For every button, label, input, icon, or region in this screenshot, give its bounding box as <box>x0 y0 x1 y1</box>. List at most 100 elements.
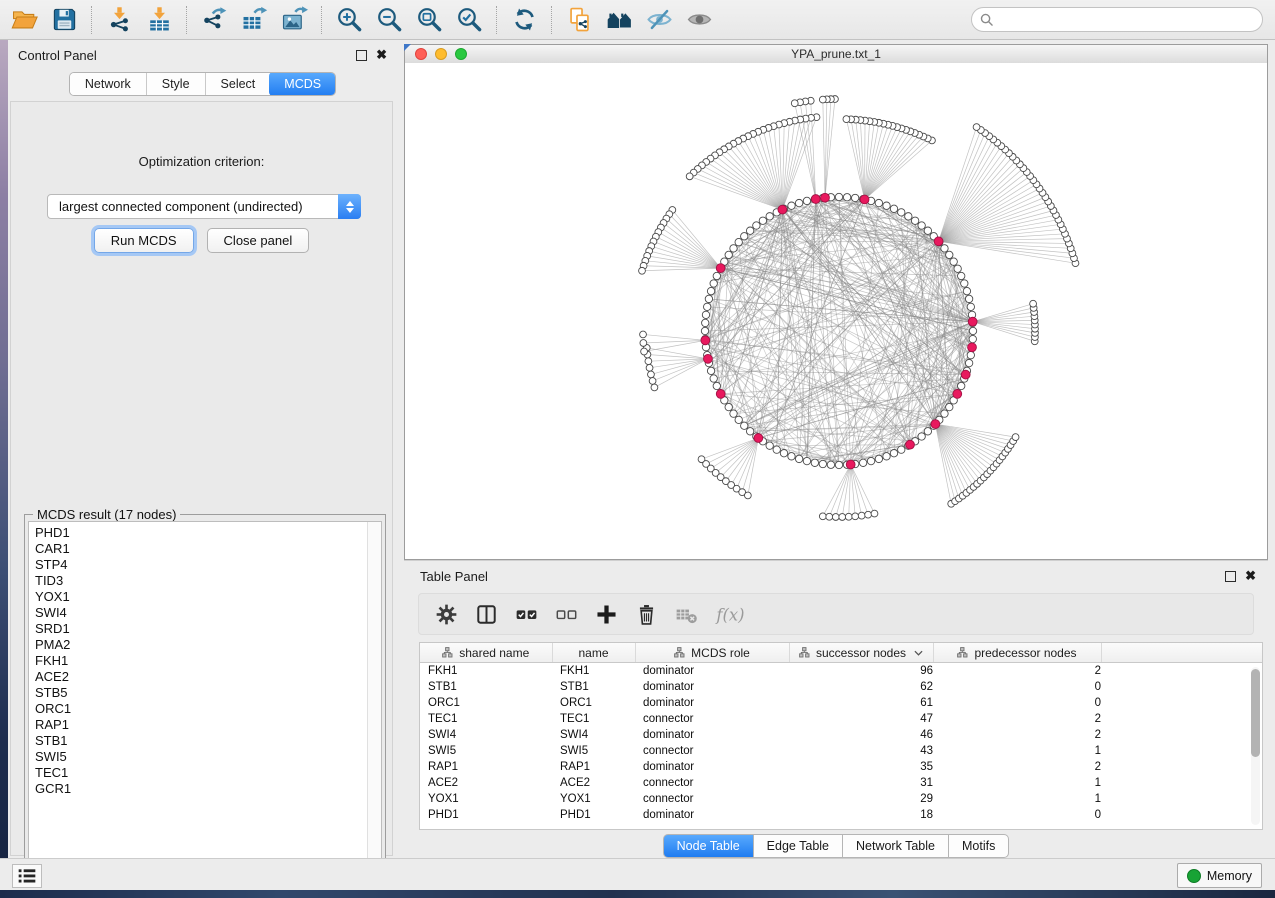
show-all-button[interactable] <box>679 3 719 37</box>
open-button[interactable] <box>4 3 44 37</box>
graph-node[interactable] <box>965 359 972 366</box>
graph-hub-node[interactable] <box>778 205 787 214</box>
graph-node[interactable] <box>701 327 708 334</box>
graph-leaf-node[interactable] <box>646 364 653 371</box>
table-row[interactable]: STB1STB1dominator620 <box>420 679 1263 695</box>
graph-hub-node[interactable] <box>934 237 943 246</box>
gear-button[interactable] <box>435 603 458 626</box>
graph-hub-node[interactable] <box>953 390 962 399</box>
graph-hub-node[interactable] <box>931 420 940 429</box>
graph-node[interactable] <box>890 205 897 212</box>
graph-node[interactable] <box>803 197 810 204</box>
result-node[interactable]: TID3 <box>35 573 381 589</box>
graph-node[interactable] <box>713 382 720 389</box>
graph-node[interactable] <box>803 457 810 464</box>
run-mcds-button[interactable]: Run MCDS <box>94 228 194 253</box>
graph-node[interactable] <box>969 335 976 342</box>
column-header[interactable]: successor nodes <box>789 643 933 663</box>
graph-node[interactable] <box>954 265 961 272</box>
graph-node[interactable] <box>795 455 802 462</box>
graph-hub-node[interactable] <box>754 434 763 443</box>
float-table-panel-icon[interactable] <box>1225 571 1236 582</box>
memory-button[interactable]: Memory <box>1177 863 1262 888</box>
graph-node[interactable] <box>827 461 834 468</box>
graph-node[interactable] <box>905 213 912 220</box>
result-node[interactable]: ACE2 <box>35 669 381 685</box>
zoom-fit-button[interactable] <box>409 3 449 37</box>
graph-node[interactable] <box>859 459 866 466</box>
result-list-scrollbar[interactable] <box>367 522 381 883</box>
graph-node[interactable] <box>707 287 714 294</box>
table-row[interactable]: SWI5SWI5connector431 <box>420 743 1263 759</box>
graph-node[interactable] <box>875 199 882 206</box>
graph-node[interactable] <box>924 428 931 435</box>
graph-hub-node[interactable] <box>968 317 977 326</box>
graph-node[interactable] <box>967 303 974 310</box>
graph-node[interactable] <box>746 227 753 234</box>
zoom-out-button[interactable] <box>369 3 409 37</box>
graph-leaf-node[interactable] <box>826 513 833 520</box>
graph-leaf-node[interactable] <box>1012 434 1019 441</box>
graph-node[interactable] <box>946 403 953 410</box>
close-table-panel-icon[interactable]: ✖ <box>1245 571 1256 581</box>
graph-node[interactable] <box>766 442 773 449</box>
result-node[interactable]: SWI4 <box>35 605 381 621</box>
result-node[interactable]: STP4 <box>35 557 381 573</box>
graph-node[interactable] <box>710 375 717 382</box>
graph-leaf-node[interactable] <box>1030 300 1037 307</box>
save-button[interactable] <box>44 3 84 37</box>
tab-mcds[interactable]: MCDS <box>269 72 336 96</box>
hide-selected-button[interactable] <box>639 3 679 37</box>
graph-node[interactable] <box>773 446 780 453</box>
graph-hub-node[interactable] <box>846 460 855 469</box>
graph-node[interactable] <box>707 367 714 374</box>
close-panel-icon[interactable]: ✖ <box>376 50 387 60</box>
tab-network-table[interactable]: Network Table <box>843 834 949 858</box>
graph-leaf-node[interactable] <box>648 371 655 378</box>
graph-hub-node[interactable] <box>811 195 820 204</box>
column-header[interactable]: MCDS role <box>635 643 789 663</box>
graph-leaf-node[interactable] <box>744 492 751 499</box>
graph-node[interactable] <box>969 327 976 334</box>
table-scrollbar-thumb[interactable] <box>1251 669 1260 757</box>
graph-hub-node[interactable] <box>968 343 977 352</box>
graph-node[interactable] <box>967 351 974 358</box>
graph-node[interactable] <box>811 459 818 466</box>
column-header[interactable]: shared name <box>420 643 552 663</box>
import-network-button[interactable] <box>99 3 139 37</box>
table-row[interactable]: TEC1TEC1connector472 <box>420 711 1263 727</box>
graph-node[interactable] <box>898 446 905 453</box>
graph-node[interactable] <box>753 222 760 229</box>
result-node[interactable]: STB5 <box>35 685 381 701</box>
graph-node[interactable] <box>702 319 709 326</box>
columns-button[interactable] <box>475 603 498 626</box>
graph-node[interactable] <box>950 258 957 265</box>
graph-node[interactable] <box>918 222 925 229</box>
import-table-button[interactable] <box>139 3 179 37</box>
column-header[interactable]: predecessor nodes <box>933 643 1101 663</box>
float-panel-icon[interactable] <box>356 50 367 61</box>
graph-node[interactable] <box>924 227 931 234</box>
graph-node[interactable] <box>918 433 925 440</box>
tab-node-table[interactable]: Node Table <box>663 834 754 858</box>
graph-leaf-node[interactable] <box>832 514 839 521</box>
graph-node[interactable] <box>741 422 748 429</box>
graph-node[interactable] <box>766 213 773 220</box>
result-node[interactable]: YOX1 <box>35 589 381 605</box>
table-row[interactable]: ACE2ACE2connector311 <box>420 775 1263 791</box>
graph-node[interactable] <box>759 217 766 224</box>
graph-node[interactable] <box>725 403 732 410</box>
graph-leaf-node[interactable] <box>973 124 980 131</box>
zoom-in-button[interactable] <box>329 3 369 37</box>
graph-node[interactable] <box>941 410 948 417</box>
graph-leaf-node[interactable] <box>839 514 846 521</box>
graph-node[interactable] <box>741 233 748 240</box>
graph-node[interactable] <box>890 449 897 456</box>
optimization-select[interactable]: largest connected component (undirected) <box>47 194 361 219</box>
graph-node[interactable] <box>875 455 882 462</box>
deselect-all-button[interactable] <box>555 603 578 626</box>
graph-leaf-node[interactable] <box>865 511 872 518</box>
graph-node[interactable] <box>788 202 795 209</box>
graph-node[interactable] <box>788 453 795 460</box>
graph-node[interactable] <box>961 280 968 287</box>
